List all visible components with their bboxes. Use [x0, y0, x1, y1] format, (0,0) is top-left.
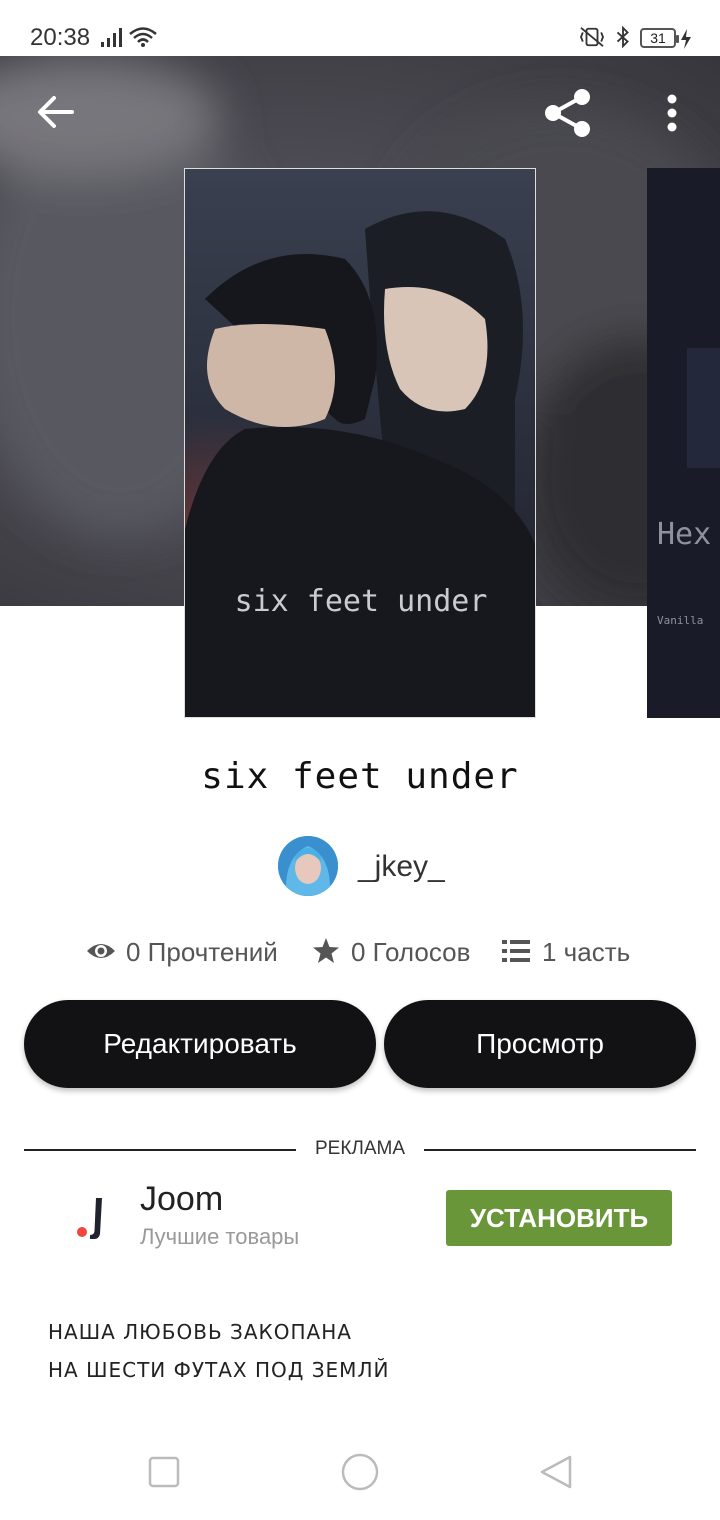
back-nav-icon[interactable]: [538, 1454, 574, 1490]
story-title: six feet under: [201, 756, 519, 797]
description-line-1: НАША ЛЮБОВЬ ЗАКОПАНА: [48, 1320, 352, 1344]
avatar-image: [278, 836, 338, 896]
next-cover-image: Hex Vanilla: [647, 168, 720, 718]
back-arrow-icon[interactable]: [36, 92, 76, 132]
list-icon: [502, 940, 530, 962]
install-button[interactable]: УСТАНОВИТЬ: [446, 1190, 672, 1246]
status-bar: 20:38 31: [0, 0, 720, 56]
ad-subtitle: Лучшие товары: [140, 1224, 300, 1249]
parts-stat: 1 часть: [502, 932, 642, 972]
bluetooth-icon: [616, 26, 629, 48]
ad-divider-right: [424, 1149, 696, 1151]
description-line-2: НА ШЕСТИ ФУТАХ ПОД ЗЕМЛЙ: [48, 1358, 390, 1382]
story-cover[interactable]: six feet under: [184, 168, 536, 718]
story-stats: 0 Прочтений 0 Голосов 1 часть: [0, 932, 720, 972]
cover-title-text: six feet under: [235, 584, 488, 619]
author-name[interactable]: _jkey_: [358, 850, 445, 884]
signal-icon: [101, 28, 122, 47]
reads-stat: 0 Прочтений: [86, 932, 296, 972]
ad-divider-left: [24, 1149, 296, 1151]
votes-count: 0 Голосов: [351, 937, 471, 967]
cover-image: six feet under: [185, 169, 535, 717]
joom-logo-icon[interactable]: [70, 1190, 114, 1246]
more-vertical-icon[interactable]: [662, 94, 682, 134]
edit-button[interactable]: Редактировать: [24, 1000, 376, 1088]
ad-title[interactable]: Joom: [140, 1180, 223, 1219]
ad-label: РЕКЛАМА: [314, 1138, 406, 1159]
home-icon[interactable]: [340, 1452, 380, 1492]
next-cover-text: Hex: [657, 517, 711, 552]
battery-indicator: 31: [640, 28, 679, 48]
vibrate-icon: [580, 27, 604, 47]
parts-count: 1 часть: [542, 937, 631, 967]
wifi-icon: [129, 27, 157, 47]
charging-icon: [681, 29, 691, 49]
eye-icon: [87, 944, 115, 958]
recents-icon[interactable]: [148, 1456, 180, 1488]
next-cover-subtext: Vanilla: [657, 614, 703, 627]
share-icon[interactable]: [542, 88, 594, 138]
reads-count: 0 Прочтений: [126, 937, 278, 967]
avatar[interactable]: [278, 836, 338, 896]
votes-stat: 0 Голосов: [312, 932, 482, 972]
status-time: 20:38: [30, 24, 91, 51]
view-button[interactable]: Просмотр: [384, 1000, 696, 1088]
next-story-cover[interactable]: Hex Vanilla: [647, 168, 720, 718]
star-icon: [313, 938, 339, 963]
